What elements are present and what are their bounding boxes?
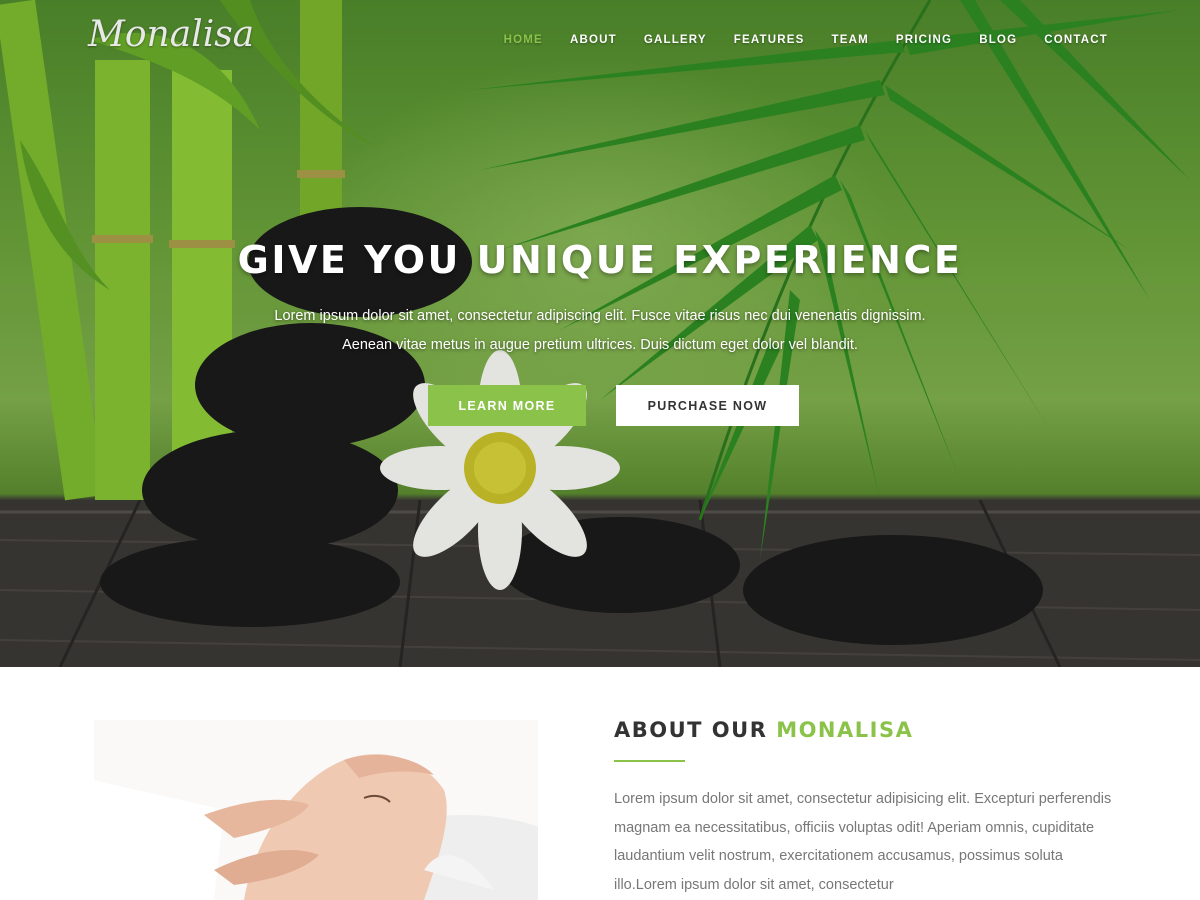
- about-title-underline: [614, 760, 685, 762]
- nav-item-pricing[interactable]: PRICING: [896, 34, 952, 46]
- main-nav: HOME ABOUT GALLERY FEATURES TEAM PRICING…: [477, 34, 1108, 46]
- nav-item-blog[interactable]: BLOG: [979, 34, 1017, 46]
- nav-item-home[interactable]: HOME: [504, 34, 543, 46]
- about-body-text: Lorem ipsum dolor sit amet, consectetur …: [614, 791, 1112, 893]
- brand-logo[interactable]: Monalisa: [88, 14, 254, 55]
- nav-item-contact[interactable]: CONTACT: [1044, 34, 1108, 46]
- hero-subtitle-line-2: Aenean vitae metus in augue pretium ultr…: [342, 337, 858, 353]
- nav-item-features[interactable]: FEATURES: [734, 34, 805, 46]
- nav-item-about[interactable]: ABOUT: [570, 34, 617, 46]
- nav-item-team[interactable]: TEAM: [831, 34, 868, 46]
- hero-section: Monalisa HOME ABOUT GALLERY FEATURES TEA…: [0, 0, 1200, 667]
- hero-overlay: [0, 0, 1200, 667]
- nav-item-gallery[interactable]: GALLERY: [644, 34, 707, 46]
- learn-more-button[interactable]: LEARN MORE: [428, 385, 586, 426]
- purchase-now-button[interactable]: PURCHASE NOW: [616, 385, 799, 426]
- hero-title: GIVE YOU UNIQUE EXPERIENCE: [237, 238, 963, 282]
- about-title-prefix: ABOUT OUR: [614, 718, 768, 742]
- hero-subtitle-line-1: Lorem ipsum dolor sit amet, consectetur …: [274, 308, 926, 324]
- about-title: ABOUT OUR MONALISA: [614, 718, 913, 742]
- massage-photo: [94, 720, 538, 900]
- about-title-accent: MONALISA: [776, 718, 914, 742]
- about-spa-image: [94, 720, 538, 900]
